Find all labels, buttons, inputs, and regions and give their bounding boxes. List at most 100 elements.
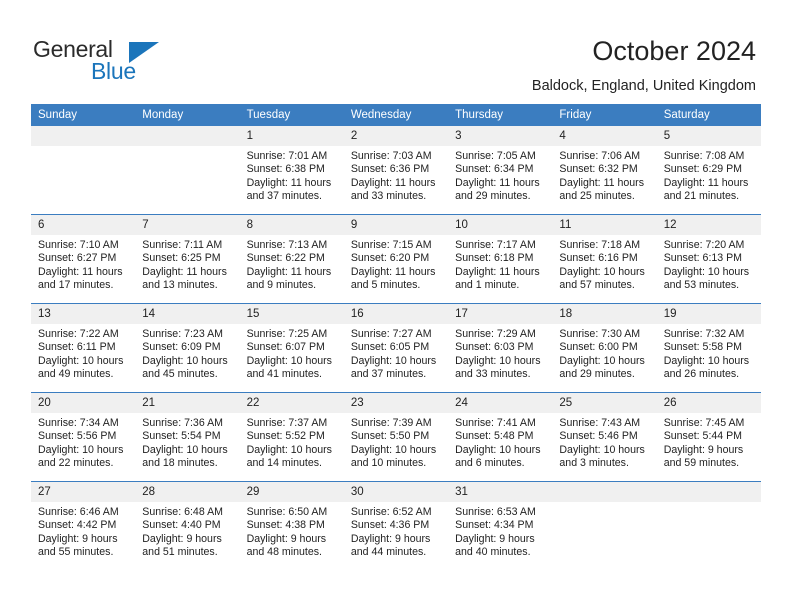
- calendar-day-cell[interactable]: 30 Sunrise: 6:52 AM Sunset: 4:36 PM Dayligh…: [343, 481, 449, 570]
- day-sun-info: Sunrise: 7:06 AM Sunset: 6:32 PM Daylight:…: [552, 146, 656, 204]
- day-sun-info: Sunrise: 7:23 AM Sunset: 6:09 PM Daylight:…: [135, 324, 239, 382]
- calendar-day-cell[interactable]: 24 Sunrise: 7:41 AM Sunset: 5:48 PM Dayligh…: [448, 392, 553, 482]
- daylight-text-line1: Daylight: 10 hours: [350, 354, 437, 367]
- daylight-text-line2: and 59 minutes.: [663, 457, 740, 470]
- sunset-text: Sunset: 6:34 PM: [455, 163, 534, 176]
- sunrise-text: Sunrise: 7:30 AM: [559, 328, 641, 340]
- calendar-day-cell[interactable]: 3 Sunrise: 7:05 AM Sunset: 6:34 PM Daylight…: [448, 126, 553, 215]
- day-sun-info: Sunrise: 7:15 AM Sunset: 6:20 PM Daylight:…: [344, 235, 448, 293]
- daylight-text-line2: and 3 minutes.: [559, 457, 629, 470]
- daylight-text-line2: and 45 minutes.: [142, 368, 218, 381]
- sunset-text: Sunset: 6:16 PM: [559, 252, 638, 265]
- calendar-day-cell[interactable]: 9 Sunrise: 7:15 AM Sunset: 6:20 PM Daylight…: [343, 214, 449, 304]
- daylight-text-line2: and 5 minutes.: [350, 279, 421, 292]
- day-number: 20: [31, 393, 136, 413]
- sunrise-text: Sunrise: 7:43 AM: [559, 417, 641, 429]
- daylight-text-line1: Daylight: 11 hours: [38, 265, 123, 278]
- calendar-day-cell[interactable]: 4 Sunrise: 7:06 AM Sunset: 6:32 PM Daylight…: [552, 126, 657, 215]
- calendar-day-cell[interactable]: 28 Sunrise: 6:48 AM Sunset: 4:40 PM Dayligh…: [135, 481, 240, 570]
- day-sun-info: Sunrise: 7:45 AM Sunset: 5:44 PM Daylight:…: [657, 413, 761, 471]
- daylight-text-line1: Daylight: 10 hours: [663, 354, 750, 367]
- sunset-text: Sunset: 4:42 PM: [38, 519, 117, 532]
- day-number: 30: [343, 482, 449, 502]
- calendar-day-cell[interactable]: 12 Sunrise: 7:20 AM Sunset: 6:13 PM Dayligh…: [656, 214, 761, 304]
- daylight-text-line1: Daylight: 10 hours: [246, 443, 332, 456]
- daylight-text-line2: and 13 minutes.: [142, 279, 218, 292]
- day-sun-info: Sunrise: 7:39 AM Sunset: 5:50 PM Daylight:…: [344, 413, 448, 471]
- day-number: 25: [552, 393, 657, 413]
- daylight-text-line1: Daylight: 11 hours: [142, 265, 227, 278]
- day-sun-info: Sunrise: 7:22 AM Sunset: 6:11 PM Daylight:…: [31, 324, 135, 382]
- daylight-text-line2: and 26 minutes.: [663, 368, 740, 381]
- sunset-text: Sunset: 6:27 PM: [38, 252, 117, 265]
- calendar-day-cell[interactable]: 16 Sunrise: 7:27 AM Sunset: 6:05 PM Dayligh…: [343, 303, 449, 393]
- sunset-text: Sunset: 6:07 PM: [246, 341, 325, 354]
- day-number: 22: [239, 393, 344, 413]
- calendar-day-cell[interactable]: 18 Sunrise: 7:30 AM Sunset: 6:00 PM Dayligh…: [552, 303, 657, 393]
- weekday-header-thursday: Thursday: [448, 104, 553, 126]
- weekday-header-row: Sunday Monday Tuesday Wednesday Thursday…: [31, 104, 761, 126]
- calendar-day-cell[interactable]: 14 Sunrise: 7:23 AM Sunset: 6:09 PM Dayligh…: [135, 303, 240, 393]
- sunset-text: Sunset: 6:18 PM: [455, 252, 534, 265]
- day-number: 2: [343, 126, 449, 146]
- sunrise-text: Sunrise: 7:45 AM: [663, 417, 745, 429]
- day-number: 11: [552, 215, 657, 235]
- page-title: October 2024: [592, 36, 756, 66]
- calendar-day-cell[interactable]: 25 Sunrise: 7:43 AM Sunset: 5:46 PM Dayligh…: [552, 392, 657, 482]
- daylight-text-line1: Daylight: 11 hours: [350, 265, 436, 278]
- calendar-day-cell[interactable]: 11 Sunrise: 7:18 AM Sunset: 6:16 PM Dayligh…: [552, 214, 657, 304]
- sunset-text: Sunset: 5:54 PM: [142, 430, 221, 443]
- calendar-day-cell[interactable]: 15 Sunrise: 7:25 AM Sunset: 6:07 PM Dayligh…: [239, 303, 344, 393]
- calendar-day-cell[interactable]: 13 Sunrise: 7:22 AM Sunset: 6:11 PM Dayligh…: [31, 303, 136, 393]
- daylight-text-line1: Daylight: 9 hours: [142, 532, 222, 545]
- calendar-day-cell[interactable]: 2 Sunrise: 7:03 AM Sunset: 6:36 PM Daylight…: [343, 126, 449, 215]
- daylight-text-line2: and 29 minutes.: [455, 190, 531, 203]
- calendar-week-row: 13 Sunrise: 7:22 AM Sunset: 6:11 PM Dayligh…: [31, 303, 761, 393]
- weekday-header-wednesday: Wednesday: [343, 104, 449, 126]
- daylight-text-line2: and 17 minutes.: [38, 279, 114, 292]
- sunrise-text: Sunrise: 7:37 AM: [246, 417, 328, 429]
- day-number: 18: [552, 304, 657, 324]
- day-sun-info: Sunrise: 7:18 AM Sunset: 6:16 PM Daylight:…: [552, 235, 656, 293]
- calendar-day-cell[interactable]: 7 Sunrise: 7:11 AM Sunset: 6:25 PM Daylight…: [135, 214, 240, 304]
- daylight-text-line2: and 57 minutes.: [559, 279, 635, 292]
- calendar-day-cell[interactable]: 29 Sunrise: 6:50 AM Sunset: 4:38 PM Dayligh…: [239, 481, 344, 570]
- calendar-day-cell[interactable]: 27 Sunrise: 6:46 AM Sunset: 4:42 PM Dayligh…: [31, 481, 136, 570]
- sunrise-text: Sunrise: 7:39 AM: [350, 417, 432, 429]
- daylight-text-line2: and 44 minutes.: [350, 546, 427, 559]
- day-number: 5: [656, 126, 761, 146]
- day-number: 27: [31, 482, 136, 502]
- daylight-text-line2: and 6 minutes.: [455, 457, 525, 470]
- day-number: 6: [31, 215, 136, 235]
- daylight-text-line2: and 18 minutes.: [142, 457, 218, 470]
- calendar-day-cell[interactable]: 19 Sunrise: 7:32 AM Sunset: 5:58 PM Dayligh…: [656, 303, 761, 393]
- calendar-day-cell[interactable]: 8 Sunrise: 7:13 AM Sunset: 6:22 PM Daylight…: [239, 214, 344, 304]
- daylight-text-line1: Daylight: 11 hours: [246, 176, 332, 189]
- calendar-day-cell[interactable]: 22 Sunrise: 7:37 AM Sunset: 5:52 PM Dayligh…: [239, 392, 344, 482]
- calendar-day-cell[interactable]: 21 Sunrise: 7:36 AM Sunset: 5:54 PM Dayligh…: [135, 392, 240, 482]
- calendar-day-cell[interactable]: 1 Sunrise: 7:01 AM Sunset: 6:38 PM Daylight…: [239, 126, 344, 215]
- calendar-day-cell[interactable]: 26 Sunrise: 7:45 AM Sunset: 5:44 PM Dayligh…: [656, 392, 761, 482]
- day-sun-info: Sunrise: 7:11 AM Sunset: 6:25 PM Daylight:…: [135, 235, 239, 293]
- sunset-text: Sunset: 5:56 PM: [38, 430, 117, 443]
- day-number: [31, 126, 136, 146]
- calendar-day-cell[interactable]: 10 Sunrise: 7:17 AM Sunset: 6:18 PM Dayligh…: [448, 214, 553, 304]
- sunrise-text: Sunrise: 7:13 AM: [246, 239, 328, 251]
- calendar-day-cell[interactable]: 31 Sunrise: 6:53 AM Sunset: 4:34 PM Dayligh…: [448, 481, 553, 570]
- sunset-text: Sunset: 4:40 PM: [142, 519, 221, 532]
- sunrise-text: Sunrise: 7:23 AM: [142, 328, 223, 340]
- calendar-day-cell[interactable]: 6 Sunrise: 7:10 AM Sunset: 6:27 PM Daylight…: [31, 214, 136, 304]
- calendar-day-cell[interactable]: 20 Sunrise: 7:34 AM Sunset: 5:56 PM Dayligh…: [31, 392, 136, 482]
- sunset-text: Sunset: 6:38 PM: [246, 163, 325, 176]
- calendar-day-cell[interactable]: 5 Sunrise: 7:08 AM Sunset: 6:29 PM Daylight…: [656, 126, 761, 215]
- calendar-day-cell[interactable]: 23 Sunrise: 7:39 AM Sunset: 5:50 PM Dayligh…: [343, 392, 449, 482]
- daylight-text-line1: Daylight: 10 hours: [246, 354, 332, 367]
- sunrise-text: Sunrise: 7:18 AM: [559, 239, 641, 251]
- day-sun-info: Sunrise: 6:52 AM Sunset: 4:36 PM Daylight:…: [344, 502, 448, 560]
- day-number: 3: [448, 126, 553, 146]
- daylight-text-line2: and 25 minutes.: [559, 190, 635, 203]
- sunset-text: Sunset: 6:05 PM: [350, 341, 430, 354]
- calendar-day-cell[interactable]: 17 Sunrise: 7:29 AM Sunset: 6:03 PM Dayligh…: [448, 303, 553, 393]
- daylight-text-line2: and 53 minutes.: [663, 279, 740, 292]
- day-number: 29: [239, 482, 344, 502]
